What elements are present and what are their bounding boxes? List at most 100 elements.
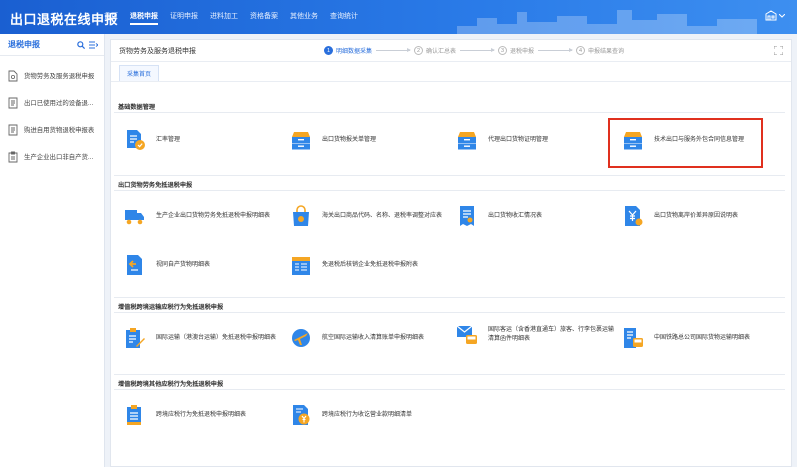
top-nav: 首页 退税申报 证明申报 进料加工 资格备案 其他业务 查询统计 <box>98 0 364 34</box>
nav-label: 进料加工 <box>210 13 238 20</box>
func-cross-border-receipts[interactable]: 跨境应税行为收讫营业款明细清单 <box>290 404 412 426</box>
chevron-down-icon <box>779 13 785 18</box>
nav-label: 证明申报 <box>170 13 198 20</box>
collapse-menu-icon[interactable] <box>89 41 98 49</box>
main-header: 货物劳务及服务退税申报 1 明细数据采集 2 确认汇总表 3 退税申报 4 申报结果查询 <box>111 40 791 62</box>
section-title-export-goods: 出口货物劳务免抵退税申报 <box>118 182 193 189</box>
step-label: 申报结果查询 <box>588 49 625 55</box>
func-label: 视同自产货物明细表 <box>156 261 211 268</box>
func-international-transport[interactable]: 国际运输（港澳台运输）免抵退税申报明细表 <box>124 327 276 349</box>
clipboard-list-icon <box>127 405 141 425</box>
file-cabinet-icon <box>624 132 642 150</box>
top-header: 出口退税在线申报 首页 退税申报 证明申报 进料加工 资格备案 其他业务 查询统… <box>0 0 797 34</box>
sidebar-header: 退税申报 <box>0 34 104 56</box>
sidebar-item-label: 出口已使用过的设备退... <box>24 100 94 107</box>
func-label: 中国铁路总公司国际货物运输明细表 <box>654 334 751 341</box>
func-railway-transport[interactable]: 中国铁路总公司国际货物运输明细表 <box>622 327 750 349</box>
step-3[interactable]: 3 退税申报 <box>498 46 534 55</box>
func-label-line: 清算函件明细表 <box>488 336 531 342</box>
nav-other[interactable]: 其他业务 <box>284 0 324 34</box>
func-label: 免退税后核销企业免抵退税申报附表 <box>322 261 419 268</box>
step-number: 2 <box>414 46 424 55</box>
nav-label: 资格备案 <box>250 13 278 20</box>
tab-collection-home[interactable]: 采集首页 <box>119 65 160 81</box>
func-customs-code-table[interactable]: 海关出口商品代码、名称、退税率调整对应表 <box>290 205 442 227</box>
sidebar-item-label: 生产企业出口非自产货... <box>24 154 94 161</box>
building-icon <box>765 10 777 21</box>
section-divider <box>114 312 785 313</box>
func-label: 代理出口货物证明管理 <box>488 136 549 143</box>
sidebar-item-non-self-produced[interactable]: 生产企业出口非自产货... <box>0 143 104 170</box>
func-label: 跨境应税行为免抵退税申报明细表 <box>156 411 247 418</box>
section-divider <box>114 112 785 113</box>
func-label: 出口货物收汇情况表 <box>488 212 543 219</box>
step-label: 确认汇总表 <box>426 49 457 55</box>
func-verification-appendix[interactable]: 免退税后核销企业免抵退税申报附表 <box>290 254 418 276</box>
nav-label: 查询统计 <box>330 13 358 20</box>
func-label: 汇率管理 <box>156 136 181 143</box>
clipboard-icon <box>8 151 18 162</box>
func-deemed-self-produced[interactable]: 视同自产货物明细表 <box>124 254 210 276</box>
step-label: 明细数据采集 <box>336 49 373 55</box>
func-cross-border-detail[interactable]: 跨境应税行为免抵退税申报明细表 <box>124 404 246 426</box>
section-divider <box>114 190 785 191</box>
truck-icon <box>125 210 144 225</box>
step-number: 1 <box>324 46 333 55</box>
tab-bar: 采集首页 <box>111 62 791 82</box>
func-passenger-transport[interactable]: 国际客运（含香港直通车）旅客、行李包裹运输 清算函件明细表 <box>456 324 614 346</box>
nav-label: 首页 <box>104 13 118 20</box>
step-arrow-icon <box>460 48 496 52</box>
step-number: 3 <box>498 46 508 55</box>
func-label: 国际运输（港澳台运输）免抵退税申报明细表 <box>156 334 277 341</box>
func-label: 国际客运（含香港直通车）旅客、行李包裹运输 清算函件明细表 <box>488 326 614 344</box>
train-doc-icon <box>624 328 643 348</box>
step-arrow-icon <box>376 48 412 52</box>
section-title-basic-data: 基础数据管理 <box>118 104 156 111</box>
step-label: 退税申报 <box>510 49 535 55</box>
yuan-doc-icon <box>293 405 310 425</box>
section-divider <box>114 297 785 298</box>
section-divider <box>114 374 785 375</box>
exchange-rate-doc-icon <box>127 130 145 150</box>
airplane-icon <box>292 329 310 347</box>
page-title: 货物劳务及服务退税申报 <box>119 47 196 55</box>
nav-label: 其他业务 <box>290 13 318 20</box>
return-doc-icon <box>127 255 142 275</box>
file-cabinet-icon <box>458 132 476 150</box>
func-customs-declaration[interactable]: 出口货物报关单管理 <box>290 129 376 151</box>
sidebar-item-self-use-goods[interactable]: 购进自用货物退税申报表 <box>0 116 104 143</box>
nav-home[interactable]: 首页 <box>98 0 124 34</box>
nav-query[interactable]: 查询统计 <box>324 0 364 34</box>
mail-bus-icon <box>456 325 477 344</box>
yuan-doc-icon <box>625 206 643 226</box>
func-production-export-detail[interactable]: 生产企业出口货物劳务免抵退税申报明细表 <box>124 205 270 227</box>
step-1[interactable]: 1 明细数据采集 <box>324 46 372 55</box>
func-label: 技术出口与服务外包合同信息管理 <box>654 136 745 143</box>
func-air-transport[interactable]: 航空国际运输收入清算账单申报明细表 <box>290 327 424 349</box>
section-divider <box>114 175 785 176</box>
func-fob-difference[interactable]: 出口货物离岸价差异原因说明表 <box>622 205 738 227</box>
func-agent-export-cert[interactable]: 代理出口货物证明管理 <box>456 129 548 151</box>
nav-filing[interactable]: 资格备案 <box>244 0 284 34</box>
main-panel: 货物劳务及服务退税申报 1 明细数据采集 2 确认汇总表 3 退税申报 4 申报结果查询… <box>110 39 792 467</box>
func-label: 航空国际运输收入清算账单申报明细表 <box>322 334 425 341</box>
func-label: 出口货物报关单管理 <box>322 136 377 143</box>
fullscreen-icon[interactable] <box>774 46 783 55</box>
section-title-cross-border-transport: 增值税跨境运输应税行为免抵退税申报 <box>118 304 224 311</box>
sidebar-item-goods-refund[interactable]: 货物劳务及服务退税申报 <box>0 62 104 89</box>
sidebar-item-used-equipment[interactable]: 出口已使用过的设备退... <box>0 89 104 116</box>
func-label: 跨境应税行为收讫营业款明细清单 <box>322 411 413 418</box>
func-foreign-exchange[interactable]: 出口货物收汇情况表 <box>456 205 542 227</box>
step-4[interactable]: 4 申报结果查询 <box>576 46 624 55</box>
document-list-icon <box>8 97 18 108</box>
nav-processing[interactable]: 进料加工 <box>204 0 244 34</box>
section-divider <box>114 389 785 390</box>
step-arrow-icon <box>538 48 574 52</box>
func-tech-export-contract[interactable]: 技术出口与服务外包合同信息管理 <box>622 129 744 151</box>
search-icon[interactable] <box>77 40 85 49</box>
nav-tax-refund[interactable]: 退税申报 <box>124 0 164 34</box>
func-exchange-rate[interactable]: 汇率管理 <box>124 129 180 151</box>
step-2[interactable]: 2 确认汇总表 <box>414 46 456 55</box>
user-menu[interactable] <box>765 10 785 21</box>
nav-certificate[interactable]: 证明申报 <box>164 0 204 34</box>
